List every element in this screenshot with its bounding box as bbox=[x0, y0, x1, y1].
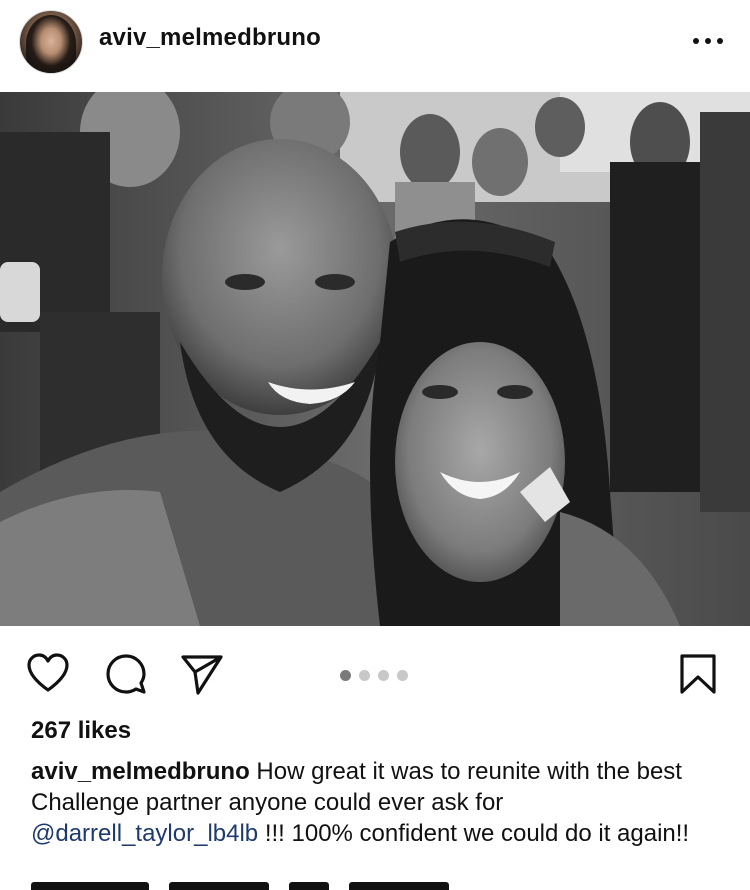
heart-icon[interactable] bbox=[26, 652, 70, 696]
likes-count[interactable]: 267 likes bbox=[31, 717, 131, 745]
avatar[interactable] bbox=[19, 10, 83, 74]
carousel-dot bbox=[397, 670, 408, 681]
carousel-dot bbox=[359, 670, 370, 681]
avatar-face bbox=[26, 15, 76, 73]
bookmark-icon[interactable] bbox=[676, 652, 720, 696]
more-options-icon[interactable] bbox=[690, 36, 726, 46]
post-username[interactable]: aviv_melmedbruno bbox=[99, 24, 321, 52]
comment-icon[interactable] bbox=[104, 652, 148, 696]
carousel-dot-active bbox=[340, 670, 351, 681]
post-photo[interactable] bbox=[0, 92, 750, 626]
post-actions bbox=[0, 640, 750, 704]
send-icon[interactable] bbox=[180, 652, 224, 696]
caption-text-end: !!! 100% confident we could do it again!… bbox=[258, 820, 690, 847]
carousel-dot bbox=[378, 670, 389, 681]
photo-image bbox=[0, 92, 750, 626]
caption-username[interactable]: aviv_melmedbruno bbox=[31, 758, 250, 785]
post-header: aviv_melmedbruno bbox=[0, 0, 750, 92]
post-caption: aviv_melmedbruno How great it was to reu… bbox=[31, 756, 731, 849]
caption-mention[interactable]: @darrell_taylor_lb4lb bbox=[31, 820, 258, 847]
